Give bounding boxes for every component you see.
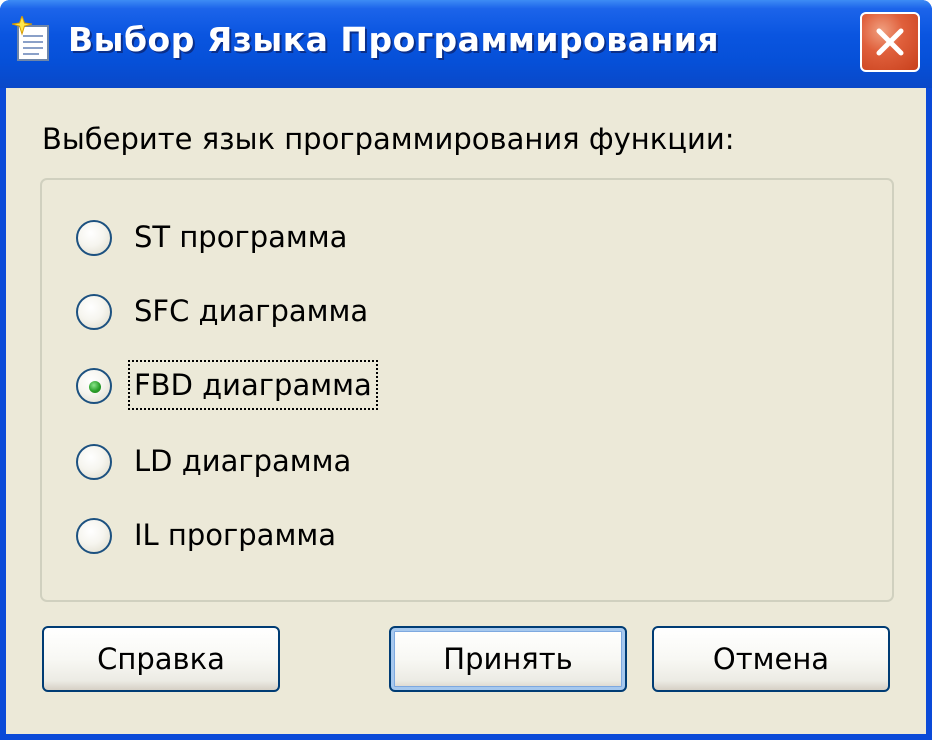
radio-option-fbd[interactable]: FBD диаграмма: [40, 358, 640, 414]
new-document-sparkle-icon: [11, 14, 52, 62]
radio-option-sfc[interactable]: SFC диаграмма: [40, 284, 640, 340]
accept-button[interactable]: Принять: [389, 626, 627, 692]
close-icon: [876, 28, 904, 56]
radio-option-st[interactable]: ST программа: [40, 210, 640, 266]
radio-option-ld[interactable]: LD диаграмма: [40, 434, 640, 490]
dialog-window: Выбор Языка Программирования Выберите яз…: [0, 0, 932, 740]
title-bar[interactable]: Выбор Языка Программирования: [0, 0, 932, 88]
radio-button[interactable]: [76, 444, 112, 480]
radio-label: ST программа: [134, 220, 348, 254]
window-title: Выбор Языка Программирования: [68, 20, 720, 59]
radio-label: LD диаграмма: [134, 444, 352, 478]
radio-button[interactable]: [76, 220, 112, 256]
close-button[interactable]: [860, 12, 920, 72]
radio-selected-dot: [89, 381, 101, 393]
radio-option-il[interactable]: IL программа: [40, 508, 640, 564]
radio-label: SFC диаграмма: [134, 294, 369, 328]
dialog-body: Выберите язык программирования функции: …: [6, 88, 926, 734]
radio-button-selected[interactable]: [76, 368, 112, 404]
radio-label: IL программа: [134, 518, 336, 552]
radio-button[interactable]: [76, 518, 112, 554]
radio-button[interactable]: [76, 294, 112, 330]
radio-label: FBD диаграмма: [128, 360, 378, 410]
help-button[interactable]: Справка: [42, 626, 280, 692]
prompt-label: Выберите язык программирования функции:: [42, 122, 735, 156]
cancel-button[interactable]: Отмена: [652, 626, 890, 692]
